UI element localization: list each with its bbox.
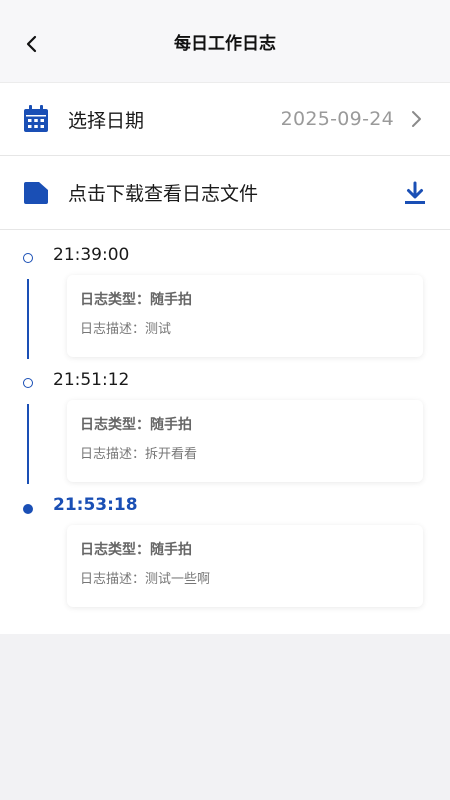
entry-description: 日志描述：测试一些啊 — [80, 572, 211, 587]
entry-description: 日志描述：拆开看看 — [80, 447, 198, 462]
timeline-connector — [27, 279, 29, 359]
entry-time: 21:53:18 — [53, 495, 138, 515]
timeline-dot — [23, 378, 33, 388]
log-entry-card[interactable]: 日志类型：随手拍 日志描述：测试一些啊 — [67, 525, 423, 607]
timeline-connector — [27, 404, 29, 484]
download-log-row[interactable]: 点击下载查看日志文件 — [0, 156, 450, 230]
entry-description: 日志描述：测试 — [80, 322, 172, 337]
log-entry-card[interactable]: 日志类型：随手拍 日志描述：拆开看看 — [67, 400, 423, 482]
download-label: 点击下载查看日志文件 — [68, 183, 259, 205]
back-button[interactable] — [14, 26, 50, 62]
download-icon[interactable] — [402, 180, 428, 206]
top-nav-bar: 每日工作日志 — [0, 0, 450, 82]
calendar-icon — [22, 105, 50, 133]
entry-type: 日志类型：随手拍 — [80, 542, 192, 558]
date-label: 选择日期 — [68, 109, 145, 132]
selected-date-value: 2025-09-24 — [280, 108, 394, 130]
timeline-dot-active — [23, 504, 33, 514]
entry-type: 日志类型：随手拍 — [80, 417, 192, 433]
entry-time: 21:39:00 — [53, 245, 130, 265]
app-screen: 每日工作日志 选择日期 2025-09-24 点击下载查看日志文件 21:39:… — [0, 0, 450, 800]
log-timeline: 21:39:00 日志类型：随手拍 日志描述：测试 21:51:12 日志类型：… — [0, 231, 450, 634]
page-title: 每日工作日志 — [174, 33, 276, 54]
timeline-dot — [23, 253, 33, 263]
folder-icon — [22, 179, 50, 207]
date-picker-row[interactable]: 选择日期 2025-09-24 — [0, 82, 450, 156]
entry-type: 日志类型：随手拍 — [80, 292, 192, 308]
log-entry-card[interactable]: 日志类型：随手拍 日志描述：测试 — [67, 275, 423, 357]
chevron-right-icon — [408, 109, 424, 129]
entry-time: 21:51:12 — [53, 370, 130, 390]
chevron-left-icon — [26, 35, 37, 53]
